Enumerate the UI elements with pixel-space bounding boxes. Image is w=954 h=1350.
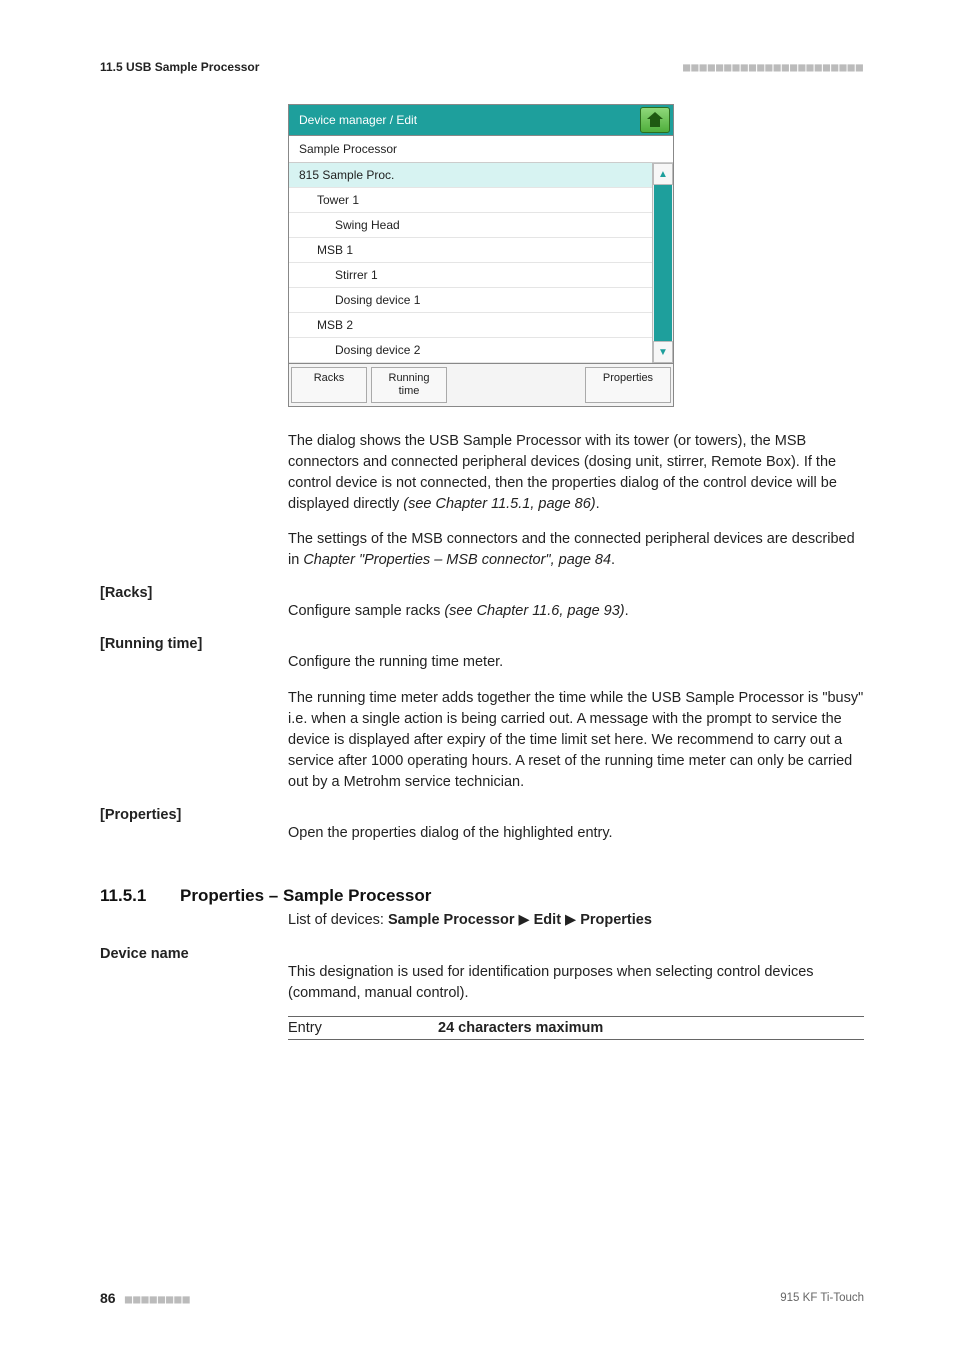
properties-button[interactable]: Properties xyxy=(585,367,671,403)
scroll-up-icon[interactable]: ▲ xyxy=(653,163,673,185)
device-tree: 815 Sample Proc.Tower 1Swing HeadMSB 1St… xyxy=(289,163,673,363)
home-icon[interactable] xyxy=(640,107,670,133)
device-tree-row[interactable]: Stirrer 1 xyxy=(289,263,653,288)
section-number: 11.5.1 xyxy=(100,886,180,906)
device-manager-screenshot: Device manager / Edit Sample Processor 8… xyxy=(288,104,674,407)
entry-key: Entry xyxy=(288,1020,438,1036)
running-time-button-l2: time xyxy=(399,385,420,397)
scroll-thumb[interactable] xyxy=(654,185,672,341)
device-name-body: This designation is used for identificat… xyxy=(288,962,864,1004)
device-name-label: Device name xyxy=(100,946,288,962)
section-title: Properties – Sample Processor xyxy=(180,886,431,906)
running-time-body: The running time meter adds together the… xyxy=(288,688,864,793)
device-tree-row[interactable]: Swing Head xyxy=(289,213,653,238)
running-time-button[interactable]: Running time xyxy=(371,367,447,403)
screenshot-subhead: Sample Processor xyxy=(289,136,673,163)
scroll-down-icon[interactable]: ▼ xyxy=(653,341,673,363)
scrollbar[interactable]: ▲ ▼ xyxy=(652,163,673,363)
properties-label: [Properties] xyxy=(100,807,288,823)
screenshot-title: Device manager / Edit xyxy=(299,113,417,127)
device-tree-row[interactable]: Dosing device 1 xyxy=(289,288,653,313)
device-tree-row[interactable]: 815 Sample Proc. xyxy=(289,163,653,188)
racks-body: Configure sample racks (see Chapter 11.6… xyxy=(288,601,864,622)
racks-button[interactable]: Racks xyxy=(291,367,367,403)
device-tree-row[interactable]: Dosing device 2 xyxy=(289,338,653,363)
properties-body: Open the properties dialog of the highli… xyxy=(288,823,864,844)
intro-paragraph-2: The settings of the MSB connectors and t… xyxy=(288,529,864,571)
header-ornament: ■■■■■■■■■■■■■■■■■■■■■■ xyxy=(683,60,864,74)
racks-label: [Racks] xyxy=(100,585,288,601)
entry-value: 24 characters maximum xyxy=(438,1020,603,1036)
page-number: 86 xyxy=(100,1290,116,1306)
entry-spec-row: Entry 24 characters maximum xyxy=(288,1016,864,1040)
device-tree-row[interactable]: MSB 1 xyxy=(289,238,653,263)
running-time-button-l1: Running xyxy=(389,372,430,384)
device-tree-row[interactable]: Tower 1 xyxy=(289,188,653,213)
running-header-section: 11.5 USB Sample Processor xyxy=(100,60,259,74)
footer-ornament: ■■■■■■■■ xyxy=(125,1292,191,1306)
running-time-label: [Running time] xyxy=(100,636,288,652)
navigation-path: List of devices: Sample Processor▶Edit▶P… xyxy=(288,912,864,928)
device-tree-row[interactable]: MSB 2 xyxy=(289,313,653,338)
intro-paragraph-1: The dialog shows the USB Sample Processo… xyxy=(288,431,864,515)
running-time-intro: Configure the running time meter. xyxy=(288,652,864,673)
product-name: 915 KF Ti-Touch xyxy=(780,1292,864,1304)
